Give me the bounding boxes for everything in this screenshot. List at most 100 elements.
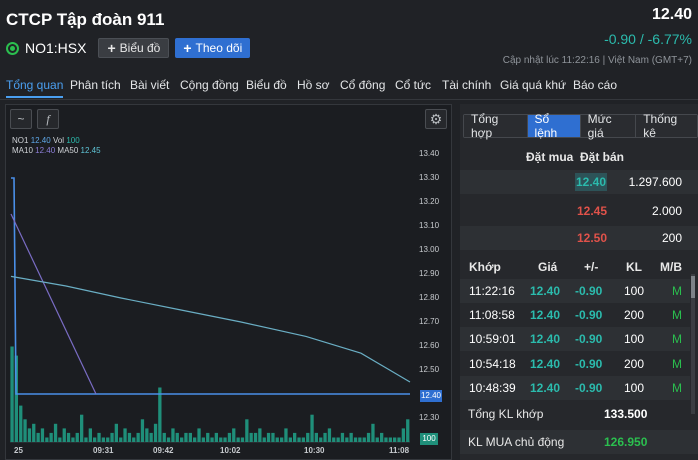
trade-change: -0.90 — [575, 332, 603, 346]
volume-bar — [210, 437, 214, 442]
tab-bao-cao[interactable]: Báo cáo — [573, 78, 617, 92]
orderbook-row: 12.50 200 — [460, 226, 698, 250]
volume-bar — [36, 432, 40, 442]
volume-bar — [297, 437, 301, 442]
volume-bar — [388, 437, 392, 442]
tab-tong-hop[interactable]: Tổng hợp — [464, 112, 528, 140]
price-chart-panel: ~ f ⚙ NO1 12.40 Vol 100 MA10 12.40 MA50 … — [5, 104, 452, 460]
updated-timestamp: Cập nhật lúc 11:22:16 | Việt Nam (GMT+7) — [502, 55, 692, 66]
follow-button[interactable]: + Theo dõi — [175, 38, 251, 58]
volume-bar — [132, 437, 136, 442]
volume-bar — [175, 432, 179, 442]
tab-tai-chinh[interactable]: Tài chính — [442, 78, 491, 92]
volume-bar — [401, 428, 405, 442]
trades-header-change: +/- — [584, 260, 599, 274]
trade-side: M — [672, 308, 682, 322]
volume-bar — [314, 432, 318, 442]
volume-bar — [219, 437, 223, 442]
plus-icon: + — [183, 40, 192, 56]
volume-bar — [119, 437, 123, 442]
orderbook-row: 12.40 1.297.600 — [460, 170, 698, 194]
volume-bar — [62, 428, 66, 442]
y-tick-label: 13.00 — [419, 245, 440, 254]
volume-bar — [201, 437, 205, 442]
trades-scroll-thumb[interactable] — [691, 276, 695, 298]
trade-change: -0.90 — [575, 357, 603, 371]
orderbook-sell-header: Đặt bán — [580, 150, 625, 164]
tab-so-lenh[interactable]: Sổ lệnh — [527, 112, 581, 140]
order-panel: Tổng hợp Sổ lệnh Mức giá Thống kê Đặt mu… — [460, 104, 698, 460]
current-price: 12.40 — [651, 6, 692, 23]
trade-volume: 100 — [624, 332, 645, 346]
volume-bar — [406, 419, 410, 442]
volume-bar — [340, 432, 345, 442]
x-tick-label: 09:42 — [153, 446, 174, 455]
live-status-icon — [6, 41, 19, 55]
volume-bar — [66, 432, 71, 442]
trade-change: -0.90 — [575, 381, 603, 395]
volume-bar — [110, 432, 114, 442]
volume-bar — [166, 437, 171, 442]
summary-buy-label: KL MUA chủ động — [468, 435, 565, 449]
volume-bar — [345, 437, 349, 442]
last-price-tag: 12.40 — [420, 390, 442, 402]
trade-volume: 100 — [624, 284, 645, 298]
orderbook-row: 12.45 2.000 — [460, 199, 698, 223]
volume-bar — [180, 437, 184, 442]
series-line-ma10 — [10, 213, 97, 395]
summary-total-value: 133.500 — [604, 407, 648, 421]
trade-time: 10:54:18 — [469, 357, 516, 371]
volume-bar — [271, 432, 275, 442]
volume-bar — [123, 428, 127, 442]
tab-muc-gia[interactable]: Mức giá — [580, 112, 637, 140]
trade-side: M — [672, 332, 682, 346]
volume-bar — [206, 432, 210, 442]
tab-bai-viet[interactable]: Bài viết — [130, 78, 169, 92]
volume-bar — [162, 432, 166, 442]
volume-bar — [266, 432, 271, 442]
tab-co-tuc[interactable]: Cổ tức — [395, 78, 431, 92]
price-change: -0.90 / -6.77% — [604, 31, 692, 47]
volume-bar — [27, 428, 32, 442]
volume-bar — [366, 432, 371, 442]
volume-bar — [293, 432, 297, 442]
chart-plot[interactable] — [6, 105, 451, 459]
x-tick-label: 10:30 — [304, 446, 325, 455]
ticker-row: NO1:HSX + Biểu đồ + Theo dõi — [6, 38, 251, 58]
trade-volume: 100 — [624, 381, 645, 395]
trade-side: M — [672, 381, 682, 395]
summary-total-row: Tổng KL khớp 133.500 — [460, 402, 698, 426]
volume-bar — [310, 414, 314, 442]
trade-volume: 200 — [624, 357, 645, 371]
orderbook-volume: 2.000 — [651, 204, 682, 218]
chart-button[interactable]: + Biểu đồ — [98, 38, 170, 58]
tab-phan-tich[interactable]: Phân tích — [70, 78, 121, 92]
volume-bar — [319, 437, 323, 442]
volume-bar — [223, 437, 227, 442]
tab-tong-quan[interactable]: Tổng quan — [6, 78, 64, 98]
tab-ho-so[interactable]: Hồ sơ — [297, 78, 330, 92]
orderbook-volume: 200 — [661, 231, 682, 245]
tab-cong-dong[interactable]: Cộng đồng — [180, 78, 239, 92]
volume-bar — [349, 432, 353, 442]
volume-bar — [301, 437, 305, 442]
volume-bar — [80, 414, 84, 442]
series-line-ma50 — [10, 275, 411, 383]
volume-bar — [397, 437, 401, 442]
chart-button-label: Biểu đồ — [119, 41, 161, 55]
tab-bieu-do[interactable]: Biểu đồ — [246, 78, 287, 92]
tab-co-dong[interactable]: Cổ đông — [340, 78, 385, 92]
trade-price: 12.40 — [530, 332, 561, 346]
summary-buy-row: KL MUA chủ động 126.950 — [460, 430, 698, 454]
volume-bar — [127, 432, 132, 442]
tab-gia-qua-khu[interactable]: Giá quá khứ — [500, 78, 566, 92]
volume-bar — [197, 428, 201, 442]
volume-bar — [93, 437, 97, 442]
volume-bar — [40, 428, 45, 442]
volume-bar — [362, 437, 366, 442]
tab-thong-ke[interactable]: Thống kê — [636, 112, 697, 140]
volume-bar — [253, 432, 258, 442]
trade-change: -0.90 — [575, 308, 603, 322]
volume-bar — [184, 432, 188, 442]
y-tick-label: 13.10 — [419, 221, 440, 230]
